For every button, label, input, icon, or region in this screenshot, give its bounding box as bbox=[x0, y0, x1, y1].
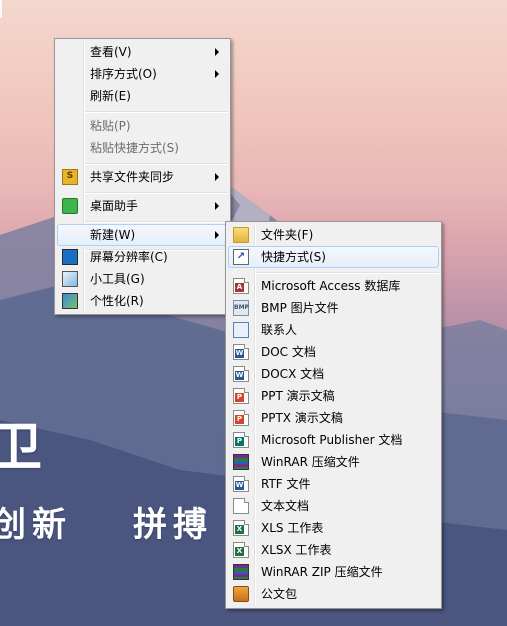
submenu-item-publisher[interactable]: P Microsoft Publisher 文档 bbox=[228, 429, 439, 451]
bmp-icon: BMP bbox=[233, 300, 249, 316]
menu-item-label: 新建(W) bbox=[90, 228, 136, 242]
personalize-icon bbox=[62, 293, 78, 309]
menu-separator bbox=[256, 272, 439, 274]
menu-item-label: 粘贴快捷方式(S) bbox=[90, 141, 179, 155]
submenu-arrow-icon bbox=[215, 48, 219, 56]
submenu-item-pptx[interactable]: P PPTX 演示文稿 bbox=[228, 407, 439, 429]
menu-item-label: 个性化(R) bbox=[90, 294, 144, 308]
desktop-context-menu: 查看(V) 排序方式(O) 刷新(E) 粘贴(P) 粘贴快捷方式(S) S 共享… bbox=[54, 38, 231, 315]
menu-item-label: 公文包 bbox=[261, 587, 298, 601]
submenu-arrow-icon bbox=[215, 202, 219, 210]
submenu-item-doc[interactable]: W DOC 文档 bbox=[228, 341, 439, 363]
menu-item-label: 小工具(G) bbox=[90, 272, 145, 286]
screen-resolution-icon bbox=[62, 249, 78, 265]
menu-separator bbox=[85, 221, 228, 223]
menu-item-view[interactable]: 查看(V) bbox=[57, 41, 228, 63]
folder-icon bbox=[233, 227, 249, 243]
menu-item-label: 排序方式(O) bbox=[90, 67, 157, 81]
winrar-icon bbox=[233, 454, 249, 470]
gadgets-icon bbox=[62, 271, 78, 287]
doc-icon: W bbox=[233, 344, 249, 360]
submenu-item-winrar[interactable]: WinRAR 压缩文件 bbox=[228, 451, 439, 473]
sync-icon: S bbox=[62, 169, 78, 185]
menu-item-label: XLS 工作表 bbox=[261, 521, 324, 535]
wallpaper-slogan-right: 拼搏 bbox=[133, 505, 213, 545]
menu-item-label: 桌面助手 bbox=[90, 199, 139, 213]
submenu-item-ppt[interactable]: P PPT 演示文稿 bbox=[228, 385, 439, 407]
submenu-item-winrar-zip[interactable]: WinRAR ZIP 压缩文件 bbox=[228, 561, 439, 583]
menu-item-gadgets[interactable]: 小工具(G) bbox=[57, 268, 228, 290]
menu-item-label: Microsoft Access 数据库 bbox=[261, 279, 401, 293]
contact-icon bbox=[233, 322, 249, 338]
menu-item-new[interactable]: 新建(W) bbox=[57, 224, 228, 246]
xlsx-icon: X bbox=[233, 542, 249, 558]
submenu-arrow-icon bbox=[215, 70, 219, 78]
submenu-item-access-db[interactable]: A Microsoft Access 数据库 bbox=[228, 275, 439, 297]
menu-item-label: Microsoft Publisher 文档 bbox=[261, 433, 403, 447]
menu-item-label: PPTX 演示文稿 bbox=[261, 411, 343, 425]
submenu-arrow-icon bbox=[215, 173, 219, 181]
menu-item-shared-folder-sync[interactable]: S 共享文件夹同步 bbox=[57, 166, 228, 188]
briefcase-icon bbox=[233, 586, 249, 602]
menu-item-personalize[interactable]: 个性化(R) bbox=[57, 290, 228, 312]
submenu-arrow-icon bbox=[215, 231, 219, 239]
menu-item-sort-by[interactable]: 排序方式(O) bbox=[57, 63, 228, 85]
menu-item-desktop-helper[interactable]: 桌面助手 bbox=[57, 195, 228, 217]
menu-item-label: 文件夹(F) bbox=[261, 228, 314, 242]
submenu-item-rtf[interactable]: W RTF 文件 bbox=[228, 473, 439, 495]
menu-item-label: 文本文档 bbox=[261, 499, 310, 513]
ppt-icon: P bbox=[233, 388, 249, 404]
menu-item-label: 查看(V) bbox=[90, 45, 132, 59]
menu-item-label: BMP 图片文件 bbox=[261, 301, 339, 315]
winrar-zip-icon bbox=[233, 564, 249, 580]
menu-item-label: 刷新(E) bbox=[90, 89, 131, 103]
new-submenu: 文件夹(F) ↗ 快捷方式(S) A Microsoft Access 数据库 … bbox=[225, 221, 442, 609]
submenu-item-text-document[interactable]: 文本文档 bbox=[228, 495, 439, 517]
wallpaper-divider bbox=[0, 0, 2, 18]
menu-separator bbox=[85, 111, 228, 113]
submenu-item-briefcase[interactable]: 公文包 bbox=[228, 583, 439, 605]
wallpaper-headline: 卫 bbox=[0, 418, 43, 478]
menu-item-refresh[interactable]: 刷新(E) bbox=[57, 85, 228, 107]
publisher-icon: P bbox=[233, 432, 249, 448]
menu-item-label: PPT 演示文稿 bbox=[261, 389, 335, 403]
submenu-item-xlsx[interactable]: X XLSX 工作表 bbox=[228, 539, 439, 561]
pptx-icon: P bbox=[233, 410, 249, 426]
menu-item-label: DOCX 文档 bbox=[261, 367, 325, 381]
wallpaper-slogan-left: 创新 bbox=[0, 505, 72, 545]
submenu-item-xls[interactable]: X XLS 工作表 bbox=[228, 517, 439, 539]
menu-item-label: 共享文件夹同步 bbox=[90, 170, 175, 184]
menu-item-label: 联系人 bbox=[261, 323, 298, 337]
shortcut-icon: ↗ bbox=[233, 249, 249, 265]
rtf-icon: W bbox=[233, 476, 249, 492]
menu-item-label: 屏幕分辨率(C) bbox=[90, 250, 168, 264]
menu-item-label: XLSX 工作表 bbox=[261, 543, 332, 557]
access-icon: A bbox=[233, 278, 249, 294]
submenu-item-shortcut[interactable]: ↗ 快捷方式(S) bbox=[228, 246, 439, 268]
xls-icon: X bbox=[233, 520, 249, 536]
submenu-item-contact[interactable]: 联系人 bbox=[228, 319, 439, 341]
text-document-icon bbox=[233, 498, 249, 514]
docx-icon: W bbox=[233, 366, 249, 382]
menu-item-label: WinRAR 压缩文件 bbox=[261, 455, 360, 469]
submenu-item-bmp[interactable]: BMP BMP 图片文件 bbox=[228, 297, 439, 319]
menu-item-screen-resolution[interactable]: 屏幕分辨率(C) bbox=[57, 246, 228, 268]
menu-item-label: DOC 文档 bbox=[261, 345, 316, 359]
menu-item-paste[interactable]: 粘贴(P) bbox=[57, 115, 228, 137]
menu-item-paste-shortcut[interactable]: 粘贴快捷方式(S) bbox=[57, 137, 228, 159]
menu-separator bbox=[85, 192, 228, 194]
menu-item-label: 快捷方式(S) bbox=[261, 250, 326, 264]
menu-item-label: RTF 文件 bbox=[261, 477, 311, 491]
menu-separator bbox=[85, 163, 228, 165]
submenu-item-folder[interactable]: 文件夹(F) bbox=[228, 224, 439, 246]
menu-item-label: 粘贴(P) bbox=[90, 119, 131, 133]
desktop-helper-icon bbox=[62, 198, 78, 214]
submenu-item-docx[interactable]: W DOCX 文档 bbox=[228, 363, 439, 385]
menu-item-label: WinRAR ZIP 压缩文件 bbox=[261, 565, 383, 579]
